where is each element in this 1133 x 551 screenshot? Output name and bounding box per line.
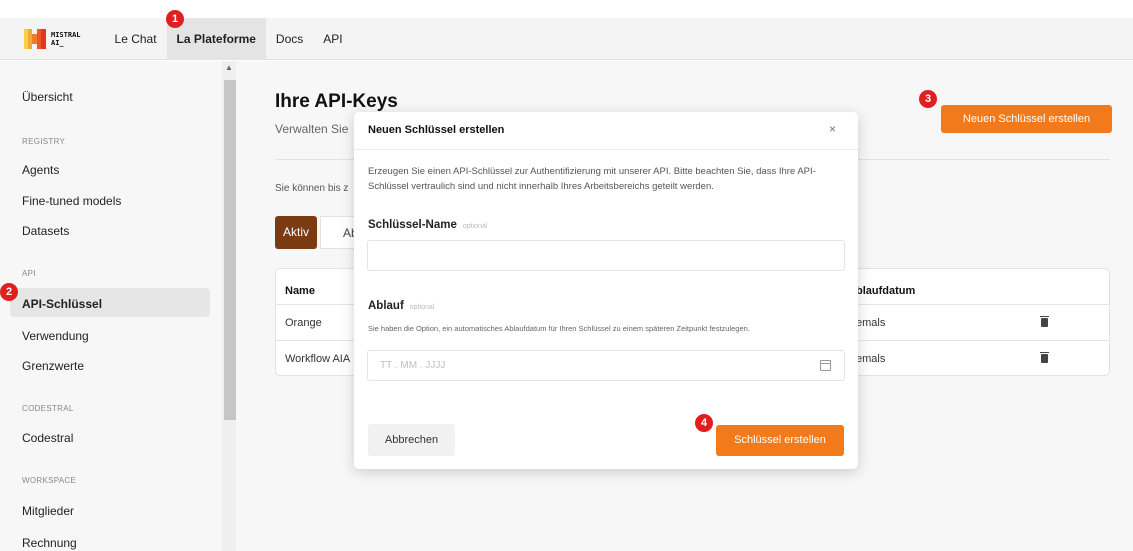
sidebar-scrollbar-thumb[interactable]	[224, 80, 236, 420]
submit-create-key-button[interactable]: Schlüssel erstellen	[716, 425, 844, 456]
sidebar-item-overview[interactable]: Übersicht	[22, 90, 73, 104]
top-nav: Le Chat La Plateforme Docs API	[105, 17, 353, 60]
row-expiry: emals	[856, 317, 886, 329]
row-name: Orange	[285, 317, 322, 329]
sidebar-section-workspace: WORKSPACE	[22, 476, 77, 485]
step-badge-4: 4	[695, 414, 713, 432]
nav-docs[interactable]: Docs	[266, 18, 313, 60]
expiry-label: Ablauf optional	[368, 300, 434, 312]
cancel-button[interactable]: Abbrechen	[368, 424, 455, 456]
tab-active[interactable]: Aktiv	[275, 216, 317, 249]
sidebar: Übersicht REGISTRY Agents Fine-tuned mod…	[0, 61, 222, 551]
column-header-expiry: blaufdatum	[856, 285, 916, 297]
column-header-name: Name	[285, 285, 315, 297]
create-key-button[interactable]: Neuen Schlüssel erstellen	[941, 105, 1112, 133]
expiry-label-text: Ablauf	[368, 300, 404, 312]
step-badge-2: 2	[0, 283, 18, 301]
expiry-date-input[interactable]: TT . MM . JJJJ	[367, 350, 845, 381]
key-name-input[interactable]	[367, 240, 845, 271]
step-badge-3: 3	[919, 90, 937, 108]
sidebar-section-api: API	[22, 269, 36, 278]
create-key-modal: Neuen Schlüssel erstellen × Erzeugen Sie…	[354, 112, 858, 469]
sidebar-item-datasets[interactable]: Datasets	[22, 224, 69, 238]
sidebar-section-codestral: CODESTRAL	[22, 404, 74, 413]
expiry-hint: Sie haben die Option, ein automatisches …	[368, 324, 750, 333]
page-subtitle: Verwalten Sie	[275, 122, 349, 136]
sidebar-item-billing[interactable]: Rechnung	[22, 536, 77, 550]
scroll-up-icon[interactable]: ▲	[225, 63, 233, 72]
sidebar-section-registry: REGISTRY	[22, 137, 66, 146]
modal-divider	[354, 149, 858, 150]
key-name-label-text: Schlüssel-Name	[368, 219, 457, 231]
page-title: Ihre API-Keys	[275, 91, 398, 112]
date-placeholder: TT . MM . JJJJ	[380, 360, 446, 371]
mistral-logo-icon	[24, 28, 46, 49]
expiry-optional-label: optional	[409, 304, 435, 311]
info-text: Sie können bis z	[275, 183, 349, 194]
step-badge-1: 1	[166, 10, 184, 28]
close-icon[interactable]: ×	[829, 122, 836, 136]
nav-api[interactable]: API	[313, 18, 352, 60]
mistral-logo[interactable]: MISTRAL AI_	[24, 28, 81, 49]
logo-text: MISTRAL AI_	[51, 30, 81, 47]
key-name-label: Schlüssel-Name optional	[368, 219, 487, 231]
sidebar-item-limits[interactable]: Grenzwerte	[22, 359, 84, 373]
sidebar-item-api-keys[interactable]: API-Schlüssel	[22, 297, 102, 311]
nav-le-chat[interactable]: Le Chat	[105, 18, 167, 60]
key-name-optional-label: optional	[462, 223, 488, 230]
sidebar-item-agents[interactable]: Agents	[22, 163, 59, 177]
modal-title: Neuen Schlüssel erstellen	[368, 124, 505, 136]
sidebar-item-usage[interactable]: Verwendung	[22, 329, 89, 343]
sidebar-item-members[interactable]: Mitglieder	[22, 504, 74, 518]
row-expiry: emals	[856, 353, 886, 365]
trash-icon[interactable]	[1040, 352, 1049, 363]
calendar-icon[interactable]	[820, 360, 831, 371]
modal-description: Erzeugen Sie einen API-Schlüssel zur Aut…	[368, 166, 816, 192]
sidebar-item-codestral[interactable]: Codestral	[22, 431, 73, 445]
trash-icon[interactable]	[1040, 316, 1049, 327]
row-name: Workflow AIA	[285, 353, 351, 365]
sidebar-item-fine-tuned-models[interactable]: Fine-tuned models	[22, 194, 121, 208]
